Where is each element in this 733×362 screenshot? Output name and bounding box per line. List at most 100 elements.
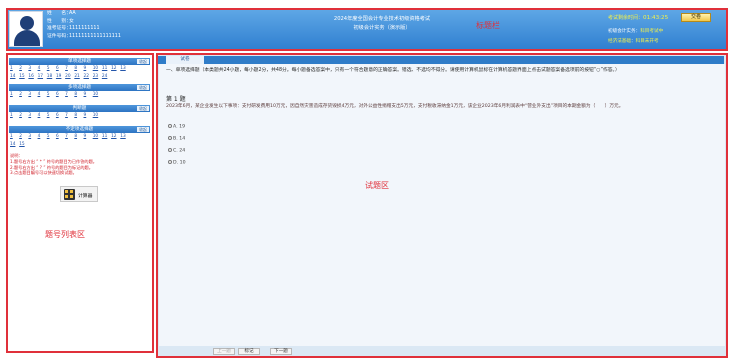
question-link[interactable]: 9 xyxy=(84,66,93,71)
question-link[interactable]: 1 xyxy=(10,66,19,71)
option-text: 24 xyxy=(179,148,186,154)
legend-line-answered: 1.题号右方出 “ * ” 符号的题目为已作答的题。 xyxy=(10,158,97,164)
exam-subject-line: 初级会计实务（演示版） xyxy=(353,25,411,31)
option-text: 14 xyxy=(179,136,186,142)
question-link[interactable]: 10 xyxy=(93,66,102,71)
calculator-button[interactable]: 计算器 xyxy=(60,186,98,202)
legend-line-switch: 3.点击题目编号可以快速切换试题。 xyxy=(10,170,77,176)
timer: 考试剩余时间：01:43:25 xyxy=(608,14,668,21)
question-link[interactable]: 9 xyxy=(84,92,93,97)
question-number: 第 1 题 xyxy=(166,96,186,103)
question-link[interactable]: 8 xyxy=(74,92,83,97)
question-link[interactable]: 2 xyxy=(19,113,28,118)
question-link[interactable]: 9 xyxy=(84,134,93,139)
question-link[interactable]: 14 xyxy=(10,142,19,147)
question-link[interactable]: 23 xyxy=(93,74,102,79)
question-link[interactable]: 6 xyxy=(56,92,65,97)
question-link[interactable]: 17 xyxy=(38,74,47,79)
question-link[interactable]: 3 xyxy=(28,134,37,139)
question-link[interactable]: 3 xyxy=(28,113,37,118)
question-link[interactable]: 10 xyxy=(93,134,102,139)
question-link[interactable]: 20 xyxy=(65,74,74,79)
question-link[interactable]: 7 xyxy=(65,92,74,97)
question-link[interactable]: 8 xyxy=(74,134,83,139)
question-link[interactable]: 3 xyxy=(28,66,37,71)
question-link[interactable]: 16 xyxy=(28,74,37,79)
question-link[interactable]: 8 xyxy=(74,66,83,71)
question-link[interactable]: 13 xyxy=(120,134,129,139)
question-link[interactable]: 11 xyxy=(102,66,111,71)
candidate-gender-row: 性 别：女 xyxy=(47,18,121,26)
subject-status-1-name: 初级会计实务 xyxy=(608,29,636,34)
question-link[interactable]: 14 xyxy=(10,74,19,79)
mark-question-button[interactable]: 标记 xyxy=(238,348,260,355)
question-link[interactable]: 6 xyxy=(56,134,65,139)
question-link[interactable]: 4 xyxy=(38,134,47,139)
answer-option-c[interactable]: C. 24 xyxy=(168,148,185,154)
question-row: 1 2 3 4 5 6 7 8 9 10 xyxy=(10,92,102,97)
question-link[interactable]: 15 xyxy=(19,74,28,79)
exam-window: 姓 名：AA 性 别：女 准考证号：1111111111 证件号码：111111… xyxy=(0,0,733,362)
question-link[interactable]: 2 xyxy=(19,66,28,71)
question-link[interactable]: 10 xyxy=(93,92,102,97)
question-link[interactable]: 7 xyxy=(65,66,74,71)
question-link[interactable]: 11 xyxy=(102,134,111,139)
question-link[interactable]: 15 xyxy=(19,142,28,147)
section-single-choice: 单项选择题 收起 xyxy=(9,58,150,65)
calculator-key xyxy=(65,190,68,193)
question-link[interactable]: 19 xyxy=(56,74,65,79)
question-link[interactable]: 6 xyxy=(56,66,65,71)
timer-label: 考试剩余时间： xyxy=(608,15,644,21)
section-indefinite-choice-toggle[interactable]: 收起 xyxy=(137,127,149,132)
question-link[interactable]: 1 xyxy=(10,134,19,139)
answer-option-a[interactable]: A. 19 xyxy=(168,124,185,130)
question-link[interactable]: 7 xyxy=(65,113,74,118)
question-link[interactable]: 4 xyxy=(38,66,47,71)
question-link[interactable]: 5 xyxy=(47,66,56,71)
question-link[interactable]: 8 xyxy=(74,113,83,118)
question-link[interactable]: 6 xyxy=(56,113,65,118)
question-link[interactable]: 5 xyxy=(47,92,56,97)
question-row: 1 2 3 4 5 6 7 8 9 10 xyxy=(10,113,102,118)
avatar-head xyxy=(20,16,34,30)
submit-button[interactable]: 交卷 xyxy=(681,13,711,22)
avatar-body xyxy=(14,30,40,46)
question-link[interactable]: 9 xyxy=(84,113,93,118)
tab-bar xyxy=(158,56,724,64)
tab-paper[interactable]: 试卷 xyxy=(166,56,204,64)
question-link[interactable]: 4 xyxy=(38,92,47,97)
next-question-button[interactable]: 下一题 xyxy=(270,348,292,355)
question-link[interactable]: 2 xyxy=(19,134,28,139)
question-link[interactable]: 22 xyxy=(84,74,93,79)
section-multiple-choice-title: 多项选择题 xyxy=(68,85,91,90)
question-link[interactable]: 12 xyxy=(111,134,120,139)
question-link[interactable]: 21 xyxy=(74,74,83,79)
question-link[interactable]: 1 xyxy=(10,113,19,118)
section-true-false-toggle[interactable]: 收起 xyxy=(137,106,149,111)
option-key: A. xyxy=(173,124,178,130)
question-link[interactable]: 13 xyxy=(120,66,129,71)
question-link[interactable]: 2 xyxy=(19,92,28,97)
question-link[interactable]: 10 xyxy=(93,113,102,118)
question-link[interactable]: 1 xyxy=(10,92,19,97)
question-link[interactable]: 3 xyxy=(28,92,37,97)
answer-option-d[interactable]: D. 10 xyxy=(168,160,186,166)
section-single-choice-toggle[interactable]: 收起 xyxy=(137,59,149,64)
candidate-id-value: 11111111111111111 xyxy=(69,33,121,39)
prev-question-button[interactable]: 上一题 xyxy=(213,348,235,355)
question-link[interactable]: 5 xyxy=(47,134,56,139)
question-link[interactable]: 7 xyxy=(65,134,74,139)
question-link[interactable]: 5 xyxy=(47,113,56,118)
question-link[interactable]: 18 xyxy=(47,74,56,79)
question-link[interactable]: 4 xyxy=(38,113,47,118)
legend-notes: 说明： 1.题号右方出 “ * ” 符号的题目为已作答的题。 2.题号右方出 “… xyxy=(10,153,97,176)
option-key: B. xyxy=(173,136,178,142)
subject-status-2-state: 科目未开考 xyxy=(635,39,659,44)
section-multiple-choice: 多项选择题 收起 xyxy=(9,84,150,91)
question-link[interactable]: 12 xyxy=(111,66,120,71)
candidate-gender-value: 女 xyxy=(69,18,74,24)
candidate-ticket-value: 1111111111 xyxy=(69,26,100,32)
question-link[interactable]: 24 xyxy=(102,74,111,79)
answer-option-b[interactable]: B. 14 xyxy=(168,136,185,142)
section-multiple-choice-toggle[interactable]: 收起 xyxy=(137,85,149,90)
